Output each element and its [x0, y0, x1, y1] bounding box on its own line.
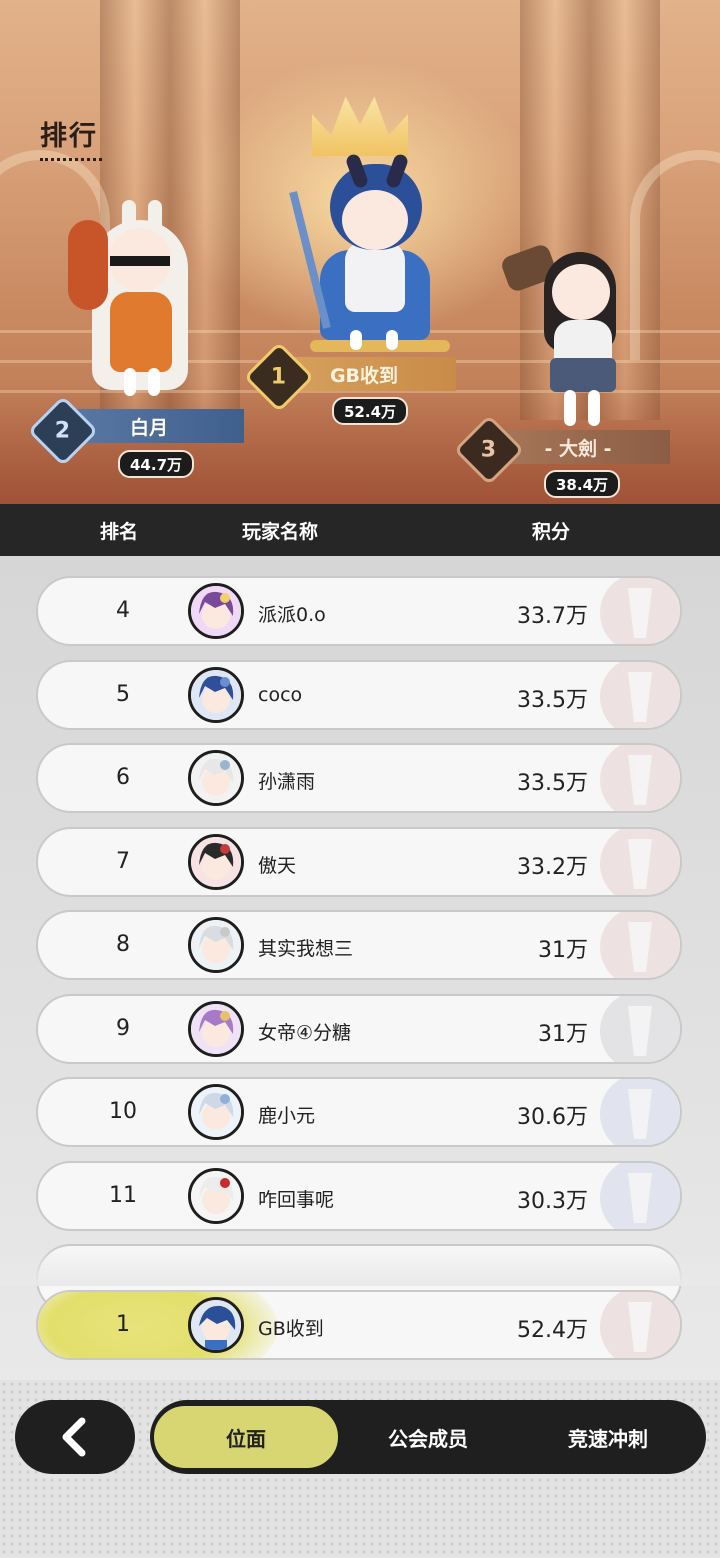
player-name: 派派0.o [258, 604, 326, 626]
ranking-list[interactable]: 4 派派0.o 33.7万 5 coco 33.5万 6 孙潇雨 33.5万 7 傲天 33.2万 8 其… [0, 556, 720, 1380]
chevron-left-icon [62, 1417, 86, 1457]
rank-emblem-icon [600, 1292, 680, 1358]
rank-2-score: 44.7万 [118, 450, 195, 478]
player-score: 33.7万 [517, 604, 588, 629]
tab-speed-sprint[interactable]: 竞速冲刺 [520, 1404, 696, 1470]
table-row[interactable]: 5 coco 33.5万 [36, 659, 682, 730]
row-rank: 8 [116, 932, 130, 957]
header-score: 积分 [532, 521, 571, 543]
row-rank: 6 [116, 765, 130, 790]
table-row[interactable]: 8 其实我想三 31万 [36, 910, 682, 980]
player-name: 女帝④分糖 [258, 1021, 352, 1044]
rank-emblem-icon [600, 995, 680, 1062]
player-avatar[interactable] [188, 1000, 244, 1057]
bottom-nav: 位面 公会成员 竞速冲刺 [0, 1380, 720, 1558]
my-rank: 1 [116, 1312, 130, 1337]
rank-emblem-icon [600, 1079, 680, 1145]
tab-guild-members[interactable]: 公会成员 [340, 1404, 516, 1470]
list-fade [0, 1246, 720, 1286]
player-avatar[interactable] [188, 1167, 244, 1224]
page-title: 排行 [40, 121, 98, 152]
player-avatar[interactable] [188, 750, 244, 806]
player-avatar[interactable] [188, 917, 244, 973]
row-rank: 10 [109, 1099, 137, 1124]
table-row[interactable]: 4 派派0.o 33.7万 [36, 576, 682, 646]
header-rank: 排名 [100, 521, 139, 543]
back-button[interactable] [15, 1400, 135, 1474]
table-row[interactable]: 7 傲天 33.2万 [36, 826, 682, 897]
throne-crown [312, 96, 408, 156]
player-name: 咋回事呢 [258, 1188, 335, 1211]
table-row[interactable]: 11 咋回事呢 30.3万 [36, 1160, 682, 1231]
table-row[interactable]: 9 女帝④分糖 31万 [36, 993, 682, 1064]
rank-emblem-icon [600, 828, 680, 895]
row-rank: 7 [116, 848, 130, 874]
row-rank: 4 [116, 598, 130, 623]
rank-1-name: GB收到 [329, 364, 399, 387]
player-score: 33.2万 [517, 854, 588, 880]
row-rank: 9 [116, 1015, 130, 1041]
player-name: 傲天 [258, 854, 297, 877]
player-score: 30.6万 [517, 1105, 588, 1130]
rank-emblem-icon [600, 1162, 680, 1229]
rank-emblem-icon [600, 912, 680, 978]
player-avatar[interactable] [188, 583, 244, 639]
my-rank-row[interactable]: 1 GB收到 52.4万 [36, 1290, 682, 1360]
table-row[interactable]: 6 孙潇雨 33.5万 [36, 743, 682, 813]
player-avatar[interactable] [188, 833, 244, 890]
player-name: 其实我想三 [258, 938, 354, 960]
my-score: 52.4万 [517, 1318, 588, 1343]
player-score: 30.3万 [517, 1188, 588, 1214]
player-score: 33.5万 [517, 687, 588, 713]
rank-emblem-icon [600, 578, 680, 644]
ranking-table-header: 排名 玩家名称 积分 [0, 504, 720, 556]
player-name: coco [258, 683, 303, 706]
rank-emblem-icon [600, 661, 680, 728]
rank-3-score: 38.4万 [544, 470, 621, 498]
rank-3-number: 3 [481, 437, 497, 463]
my-avatar[interactable] [188, 1297, 244, 1353]
rank-2-name: 白月 [129, 416, 168, 439]
header-player: 玩家名称 [242, 521, 319, 543]
player-avatar[interactable] [188, 666, 244, 723]
rank-1-number: 1 [271, 364, 287, 390]
player-name: 鹿小元 [258, 1105, 316, 1127]
rank-3-name: - 大劍 - [544, 437, 612, 460]
my-name: GB收到 [258, 1318, 324, 1340]
rank-2-number: 2 [55, 418, 71, 444]
title-underline [40, 158, 102, 161]
rank-1-score: 52.4万 [332, 397, 409, 425]
player-score: 33.5万 [517, 771, 588, 796]
row-rank: 5 [116, 681, 130, 707]
row-rank: 11 [109, 1182, 137, 1208]
rank-emblem-icon [600, 745, 680, 811]
tab-plane[interactable]: 位面 [152, 1404, 340, 1470]
podium-banner: 排行 GB收到 1 52.4万 白月 2 44.7万 - 大劍 - 3 38.4… [0, 0, 720, 504]
player-name: 孙潇雨 [258, 771, 316, 793]
player-avatar[interactable] [188, 1084, 244, 1140]
table-row[interactable]: 10 鹿小元 30.6万 [36, 1077, 682, 1147]
background-arch [630, 150, 720, 360]
tab-bar: 位面 公会成员 竞速冲刺 [150, 1400, 706, 1474]
